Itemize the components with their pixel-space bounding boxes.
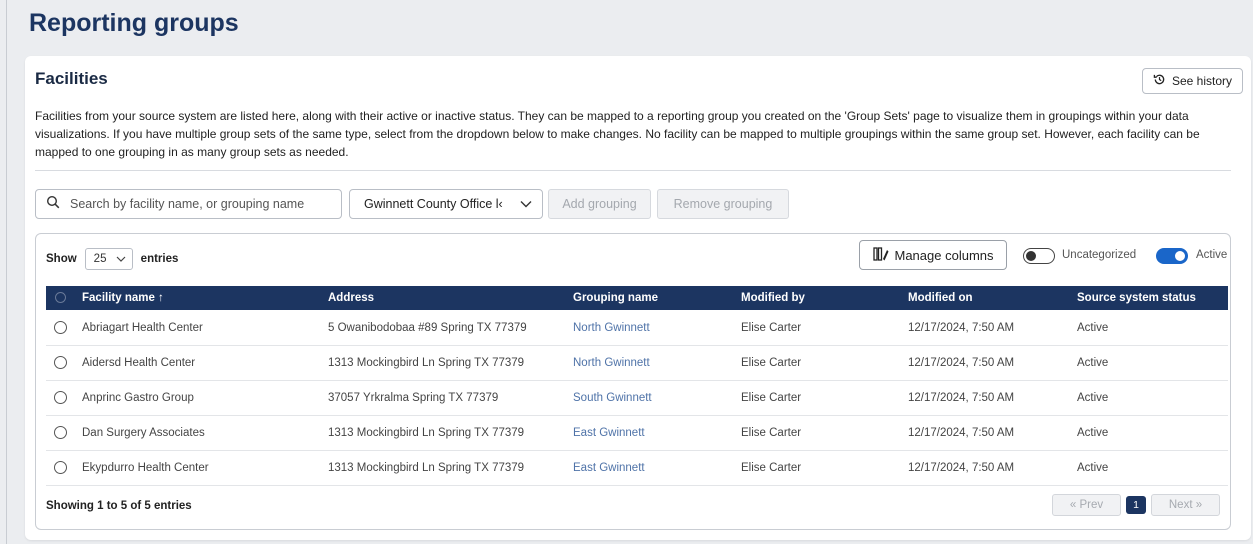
pagination: « Prev 1 Next » [1052,494,1220,516]
toggle-knob [1026,251,1036,261]
columns-icon [872,246,889,264]
chevron-down-icon [520,197,532,211]
modified-by: Elise Carter [741,427,802,439]
status: Active [1077,322,1109,334]
card-description: Facilities from your source system are l… [35,109,1200,159]
card-title: Facilities [35,69,108,88]
history-icon [1153,73,1166,89]
manage-columns-button[interactable]: Manage columns [859,240,1007,270]
col-source-status[interactable]: Source system status [1077,292,1196,304]
table-row[interactable]: Dan Surgery Associates 1313 Mockingbird … [46,415,1228,451]
modified-by: Elise Carter [741,357,802,369]
page-length-control: Show 25 entries [46,248,178,270]
show-label: Show [46,253,77,265]
facility-name: Dan Surgery Associates [82,427,205,439]
active-label: Active [1196,249,1228,261]
table-container: Show 25 entries Manage columns Uncategor [35,233,1231,530]
search-icon [46,195,60,214]
manage-columns-label: Manage columns [894,247,994,263]
search-input[interactable] [68,196,341,212]
uncategorized-toggle[interactable] [1023,248,1055,264]
status: Active [1077,427,1109,439]
see-history-label: See history [1171,74,1232,88]
table-info: Showing 1 to 5 of 5 entries [46,500,192,512]
modified-by: Elise Carter [741,462,802,474]
table-row[interactable]: Abriagart Health Center 5 Owanibodobaa #… [46,310,1228,346]
address: 1313 Mockingbird Ln Spring TX 77379 [328,427,525,439]
app-frame: Reporting groups Facilities See history … [6,0,1253,544]
row-radio[interactable] [54,391,67,404]
col-modified-on[interactable]: Modified on [908,292,973,304]
address: 37057 Yrkralma Spring TX 77379 [328,392,499,404]
facility-name: Abriagart Health Center [82,322,203,334]
facilities-card: Facilities See history Facilities from y… [25,56,1251,540]
grouping-link[interactable]: North Gwinnett [573,322,650,334]
table-row[interactable]: Anprinc Gastro Group 37057 Yrkralma Spri… [46,380,1228,416]
toggle-knob [1175,251,1185,261]
uncategorized-label: Uncategorized [1062,249,1137,261]
table-row[interactable]: Aidersd Health Center 1313 Mockingbird L… [46,345,1228,381]
facility-name: Aidersd Health Center [82,357,196,369]
modified-on: 12/17/2024, 7:50 AM [908,462,1015,474]
row-radio[interactable] [54,426,67,439]
page-title: Reporting groups [29,9,239,37]
active-toggle[interactable] [1156,248,1188,264]
modified-on: 12/17/2024, 7:50 AM [908,427,1015,439]
modified-on: 12/17/2024, 7:50 AM [908,392,1015,404]
col-grouping-name[interactable]: Grouping name [573,292,658,304]
grouping-link[interactable]: East Gwinnett [573,427,645,439]
search-box[interactable] [35,189,342,219]
prev-page-button[interactable]: « Prev [1052,494,1121,516]
group-set-value: Gwinnett County Office l‹ [364,197,503,211]
table-header: Facility name ↑ Address Grouping name Mo… [46,286,1228,310]
modified-on: 12/17/2024, 7:50 AM [908,322,1015,334]
entries-label: entries [140,253,179,265]
see-history-button[interactable]: See history [1141,68,1243,94]
page-length-value: 25 [93,253,107,265]
address: 1313 Mockingbird Ln Spring TX 77379 [328,462,525,474]
status: Active [1077,462,1109,474]
chevron-down-icon [116,253,126,265]
row-radio[interactable] [54,321,67,334]
row-radio[interactable] [54,356,67,369]
grouping-link[interactable]: North Gwinnett [573,357,650,369]
status: Active [1077,357,1109,369]
page-length-select[interactable]: 25 [84,248,133,270]
address: 5 Owanibodobaa #89 Spring TX 77379 [328,322,527,334]
select-all-radio[interactable] [55,292,66,303]
address: 1313 Mockingbird Ln Spring TX 77379 [328,357,525,369]
group-set-select[interactable]: Gwinnett County Office l‹ [349,189,543,219]
modified-on: 12/17/2024, 7:50 AM [908,357,1015,369]
divider [35,170,1231,171]
modified-by: Elise Carter [741,322,802,334]
facility-name: Anprinc Gastro Group [82,392,194,404]
page-number-button[interactable]: 1 [1126,496,1146,514]
col-modified-by[interactable]: Modified by [741,292,805,304]
add-grouping-button[interactable]: Add grouping [548,189,651,219]
modified-by: Elise Carter [741,392,802,404]
next-page-button[interactable]: Next » [1151,494,1220,516]
remove-grouping-button[interactable]: Remove grouping [657,189,789,219]
facility-name: Ekypdurro Health Center [82,462,209,474]
col-facility-name[interactable]: Facility name ↑ [82,292,164,304]
grouping-link[interactable]: South Gwinnett [573,392,652,404]
row-radio[interactable] [54,461,67,474]
status: Active [1077,392,1109,404]
col-address[interactable]: Address [328,292,374,304]
table-row[interactable]: Ekypdurro Health Center 1313 Mockingbird… [46,450,1228,486]
grouping-link[interactable]: East Gwinnett [573,462,645,474]
